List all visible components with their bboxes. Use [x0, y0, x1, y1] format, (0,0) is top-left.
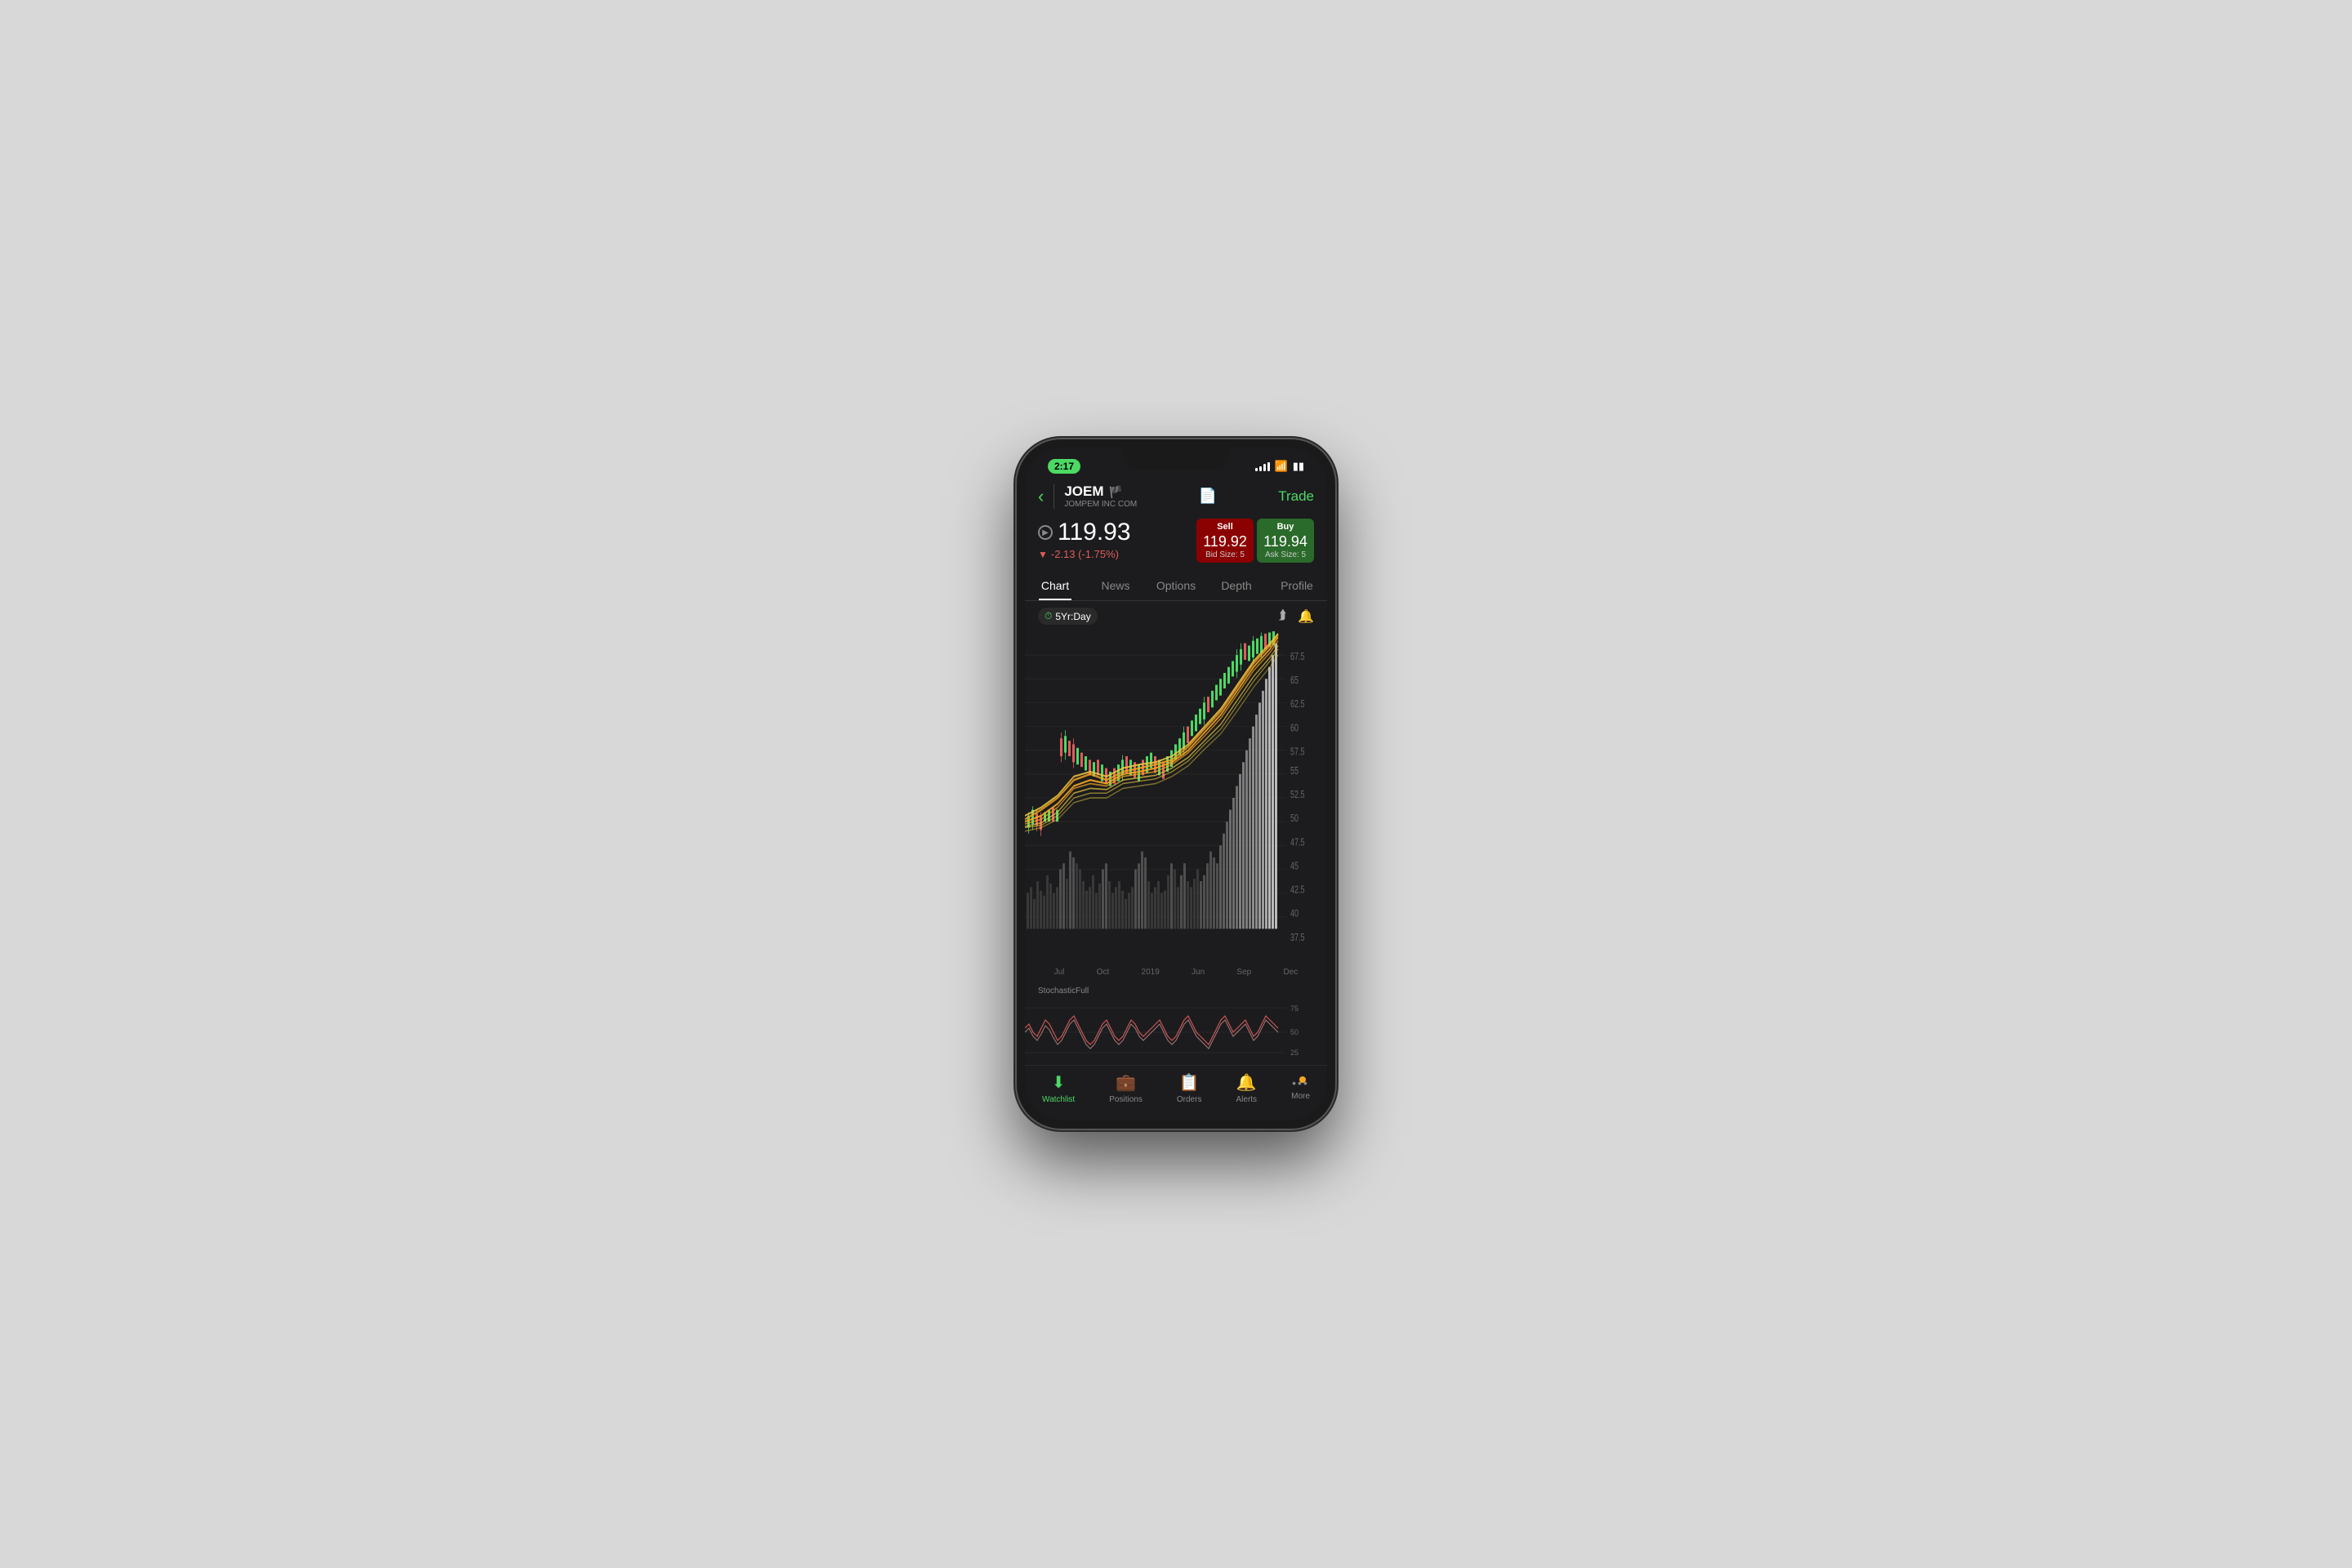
candlestick-chart-svg: 67.5 65 62.5 60 57.5 55 52.5 50 47.5 45 … — [1025, 631, 1327, 964]
svg-text:52.5: 52.5 — [1290, 790, 1305, 801]
watchlist-icon: ⬇ — [1052, 1072, 1066, 1093]
signal-bars — [1255, 462, 1270, 471]
x-label-oct: Oct — [1097, 968, 1110, 977]
x-label-jul: Jul — [1054, 968, 1065, 977]
svg-text:50: 50 — [1290, 813, 1298, 825]
sell-bid-box[interactable]: Sell 119.92 Bid Size: 5 — [1196, 519, 1254, 563]
notch — [1123, 448, 1229, 470]
svg-text:50: 50 — [1290, 1028, 1298, 1036]
clock-icon: ⏱ — [1045, 610, 1052, 622]
nav-orders[interactable]: 📋 Orders — [1177, 1072, 1202, 1104]
bid-ask-section: Sell 119.92 Bid Size: 5 Buy 119.94 Ask S… — [1196, 519, 1314, 563]
tab-chart[interactable]: Chart — [1025, 571, 1085, 600]
buy-price: 119.94 — [1263, 533, 1307, 550]
price-down-arrow: ▼ — [1038, 549, 1048, 560]
tab-options[interactable]: Options — [1146, 571, 1206, 600]
timeframe-label: 5Yr:Day — [1055, 611, 1090, 622]
tabs-bar: Chart News Options Depth Profile — [1025, 571, 1327, 601]
svg-text:45: 45 — [1290, 861, 1298, 872]
nav-alerts-label: Alerts — [1236, 1095, 1258, 1104]
nav-positions[interactable]: 💼 Positions — [1109, 1072, 1143, 1104]
price-circle-icon: ▶ — [1038, 525, 1053, 540]
nav-watchlist[interactable]: ⬇ Watchlist — [1042, 1072, 1075, 1104]
bottom-nav: ⬇ Watchlist 💼 Positions 📋 Orders 🔔 Alert… — [1025, 1065, 1327, 1120]
price-row: ▶ 119.93 — [1038, 519, 1131, 546]
nav-orders-label: Orders — [1177, 1095, 1202, 1104]
indicator-name: StochasticFull — [1038, 987, 1089, 996]
ticker-flag-icon: 🏴 — [1109, 485, 1123, 499]
x-label-dec: Dec — [1283, 968, 1298, 977]
nav-watchlist-label: Watchlist — [1042, 1095, 1075, 1104]
svg-text:40: 40 — [1290, 908, 1298, 920]
wifi-icon: 📶 — [1275, 460, 1288, 473]
phone-screen: 2:17 📶 ▮▮ ‹ JOEM 🏴 — [1025, 448, 1327, 1120]
svg-text:47.5: 47.5 — [1290, 837, 1305, 849]
nav-more-label: More — [1291, 1092, 1310, 1101]
x-label-2019: 2019 — [1142, 968, 1160, 977]
notification-dot — [1299, 1076, 1306, 1083]
nav-more[interactable]: ••• More — [1291, 1076, 1310, 1101]
bid-size: Bid Size: 5 — [1203, 550, 1247, 559]
timeframe-button[interactable]: ⏱ 5Yr:Day — [1038, 608, 1098, 625]
status-icons: 📶 ▮▮ — [1255, 460, 1305, 473]
ticker-symbol-row: JOEM 🏴 — [1064, 483, 1137, 500]
chart-action-icons: ⮭︎ 🔔 — [1279, 608, 1314, 625]
price-section: ▶ 119.93 ▼ -2.13 (-1.75%) Sell 119.92 Bi… — [1025, 515, 1327, 571]
svg-text:67.5: 67.5 — [1290, 651, 1305, 662]
svg-text:75: 75 — [1290, 1004, 1298, 1013]
clock: 2:17 — [1048, 459, 1080, 474]
document-icon: 📄 — [1199, 488, 1217, 505]
sell-label: Sell — [1203, 522, 1247, 532]
battery-icon: ▮▮ — [1293, 460, 1304, 473]
ask-size: Ask Size: 5 — [1263, 550, 1307, 559]
svg-text:62.5: 62.5 — [1290, 699, 1305, 710]
header-doc-icon[interactable]: 📄 — [1199, 488, 1217, 505]
sell-price: 119.92 — [1203, 533, 1247, 550]
tab-depth[interactable]: Depth — [1206, 571, 1267, 600]
svg-text:42.5: 42.5 — [1290, 884, 1305, 896]
price-change-value: -2.13 (-1.75%) — [1051, 548, 1119, 560]
svg-text:37.5: 37.5 — [1290, 932, 1305, 943]
chart-x-labels: Jul Oct 2019 Jun Sep Dec — [1025, 964, 1327, 980]
indicator-label: StochasticFull — [1025, 980, 1327, 1000]
ticker-info: JOEM 🏴 JOMPEM INC COM — [1064, 483, 1137, 509]
nav-alerts[interactable]: 🔔 Alerts — [1236, 1072, 1258, 1104]
share-icon[interactable]: ⮭︎ — [1279, 608, 1286, 625]
alerts-icon: 🔔 — [1236, 1072, 1257, 1093]
stochastic-chart: 75 50 25 — [1025, 1000, 1327, 1065]
ticker-full-name: JOMPEM INC COM — [1064, 500, 1137, 509]
svg-text:57.5: 57.5 — [1290, 746, 1305, 758]
phone-device: 2:17 📶 ▮▮ ‹ JOEM 🏴 — [1017, 439, 1335, 1129]
svg-text:55: 55 — [1290, 765, 1298, 777]
back-button[interactable]: ‹ — [1038, 486, 1044, 507]
chart-controls: ⏱ 5Yr:Day ⮭︎ 🔔 — [1025, 601, 1327, 631]
x-label-jun: Jun — [1192, 968, 1205, 977]
price-change: ▼ -2.13 (-1.75%) — [1038, 548, 1131, 560]
buy-label: Buy — [1263, 522, 1307, 532]
app-header: ‹ JOEM 🏴 JOMPEM INC COM 📄 Trade — [1025, 479, 1327, 515]
buy-ask-box[interactable]: Buy 119.94 Ask Size: 5 — [1257, 519, 1314, 563]
positions-icon: 💼 — [1116, 1072, 1136, 1093]
main-chart[interactable]: 67.5 65 62.5 60 57.5 55 52.5 50 47.5 45 … — [1025, 631, 1327, 964]
header-left: ‹ JOEM 🏴 JOMPEM INC COM — [1038, 483, 1137, 509]
tab-news[interactable]: News — [1085, 571, 1146, 600]
nav-positions-label: Positions — [1109, 1095, 1143, 1104]
bell-icon[interactable]: 🔔 — [1298, 608, 1314, 625]
x-label-sep: Sep — [1236, 968, 1251, 977]
svg-text:25: 25 — [1290, 1049, 1298, 1057]
ticker-symbol: JOEM — [1064, 483, 1103, 500]
orders-icon: 📋 — [1179, 1072, 1200, 1093]
price-left: ▶ 119.93 ▼ -2.13 (-1.75%) — [1038, 519, 1131, 560]
tab-profile[interactable]: Profile — [1267, 571, 1327, 600]
trade-button[interactable]: Trade — [1278, 488, 1314, 505]
current-price: 119.93 — [1058, 519, 1131, 546]
svg-text:60: 60 — [1290, 723, 1298, 734]
svg-text:65: 65 — [1290, 675, 1298, 687]
